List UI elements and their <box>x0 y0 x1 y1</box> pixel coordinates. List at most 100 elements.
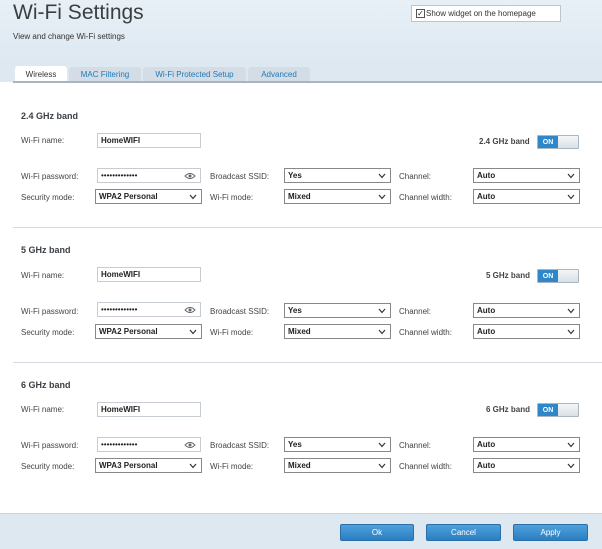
eye-icon[interactable] <box>184 441 196 449</box>
eye-icon[interactable] <box>184 306 196 314</box>
chevron-down-icon <box>567 194 575 199</box>
select-value: Auto <box>477 327 496 336</box>
section-divider <box>13 227 602 228</box>
ok-button[interactable]: Ok <box>340 524 414 541</box>
chevron-down-icon <box>378 463 386 468</box>
select-value: Yes <box>288 306 302 315</box>
select-value: Auto <box>477 171 496 180</box>
wifi-mode-label: Wi-Fi mode: <box>210 193 254 202</box>
channel-label: Channel: <box>399 307 432 316</box>
toggle-on-text: ON <box>538 404 558 416</box>
wifi-name-input[interactable]: HomeWIFI <box>97 402 201 417</box>
band-24-title: 2.4 GHz band <box>21 111 79 121</box>
wifi-name-label: Wi-Fi name: <box>21 271 65 280</box>
wifi-mode-label: Wi-Fi mode: <box>210 462 254 471</box>
chevron-down-icon <box>378 194 386 199</box>
broadcast-ssid-select[interactable]: Yes <box>284 437 391 452</box>
select-value: Mixed <box>288 192 311 201</box>
eye-icon[interactable] <box>184 172 196 180</box>
toggle-knob <box>558 404 578 416</box>
wifi-name-label: Wi-Fi name: <box>21 405 65 414</box>
band-6-title: 6 GHz band <box>21 380 71 390</box>
security-mode-label: Security mode: <box>21 462 75 471</box>
wifi-mode-select[interactable]: Mixed <box>284 189 391 204</box>
tab-advanced[interactable]: Advanced <box>248 67 310 82</box>
wifi-name-input[interactable]: HomeWIFI <box>97 133 201 148</box>
chevron-down-icon <box>378 329 386 334</box>
chevron-down-icon <box>567 463 575 468</box>
wifi-password-input[interactable]: ••••••••••••• <box>97 168 201 183</box>
security-mode-select[interactable]: WPA3 Personal <box>95 458 202 473</box>
password-mask: ••••••••••••• <box>101 440 138 449</box>
wifi-mode-select[interactable]: Mixed <box>284 324 391 339</box>
apply-button[interactable]: Apply <box>513 524 588 541</box>
wifi-name-label: Wi-Fi name: <box>21 136 65 145</box>
wifi-mode-select[interactable]: Mixed <box>284 458 391 473</box>
broadcast-ssid-label: Broadcast SSID: <box>210 441 270 450</box>
broadcast-ssid-select[interactable]: Yes <box>284 168 391 183</box>
channel-width-select[interactable]: Auto <box>473 189 580 204</box>
wifi-password-input[interactable]: ••••••••••••• <box>97 437 201 452</box>
band-24-toggle[interactable]: ON <box>537 135 579 149</box>
select-value: Mixed <box>288 327 311 336</box>
chevron-down-icon <box>378 173 386 178</box>
tab-underline <box>13 81 602 83</box>
select-value: Auto <box>477 461 496 470</box>
band-5-toggle[interactable]: ON <box>537 269 579 283</box>
password-mask: ••••••••••••• <box>101 171 138 180</box>
chevron-down-icon <box>567 442 575 447</box>
check-icon[interactable]: ✓ <box>416 9 425 18</box>
security-mode-label: Security mode: <box>21 328 75 337</box>
select-value: WPA2 Personal <box>99 192 158 201</box>
select-value: WPA2 Personal <box>99 327 158 336</box>
channel-select[interactable]: Auto <box>473 303 580 318</box>
toggle-on-text: ON <box>538 270 558 282</box>
wifi-password-label: Wi-Fi password: <box>21 172 79 181</box>
broadcast-ssid-label: Broadcast SSID: <box>210 307 270 316</box>
toggle-knob <box>558 136 578 148</box>
page-title: Wi-Fi Settings <box>13 1 144 24</box>
select-value: Mixed <box>288 461 311 470</box>
band-6-toggle[interactable]: ON <box>537 403 579 417</box>
broadcast-ssid-select[interactable]: Yes <box>284 303 391 318</box>
chevron-down-icon <box>378 308 386 313</box>
tab-wifi-protected-setup[interactable]: Wi-Fi Protected Setup <box>143 67 246 82</box>
password-mask: ••••••••••••• <box>101 305 138 314</box>
band-5-title: 5 GHz band <box>21 245 71 255</box>
channel-width-label: Channel width: <box>399 193 452 202</box>
security-mode-select[interactable]: WPA2 Personal <box>95 324 202 339</box>
select-value: Yes <box>288 171 302 180</box>
wifi-password-input[interactable]: ••••••••••••• <box>97 302 201 317</box>
broadcast-ssid-label: Broadcast SSID: <box>210 172 270 181</box>
select-value: Auto <box>477 440 496 449</box>
cancel-button[interactable]: Cancel <box>426 524 501 541</box>
channel-select[interactable]: Auto <box>473 437 580 452</box>
tab-wireless[interactable]: Wireless <box>15 66 67 82</box>
wifi-password-label: Wi-Fi password: <box>21 307 79 316</box>
chevron-down-icon <box>189 194 197 199</box>
security-mode-select[interactable]: WPA2 Personal <box>95 189 202 204</box>
show-widget-label: Show widget on the homepage <box>426 9 536 18</box>
tab-mac-filtering[interactable]: MAC Filtering <box>69 67 141 82</box>
channel-width-select[interactable]: Auto <box>473 324 580 339</box>
wifi-name-input[interactable]: HomeWIFI <box>97 267 201 282</box>
select-value: Auto <box>477 306 496 315</box>
wifi-mode-label: Wi-Fi mode: <box>210 328 254 337</box>
band-5-toggle-label: 5 GHz band <box>486 271 531 280</box>
show-widget-checkbox[interactable]: ✓ Show widget on the homepage <box>411 5 561 22</box>
page-subtitle: View and change Wi-Fi settings <box>13 32 125 41</box>
channel-width-select[interactable]: Auto <box>473 458 580 473</box>
chevron-down-icon <box>378 442 386 447</box>
footer-bar <box>0 513 602 549</box>
chevron-down-icon <box>189 463 197 468</box>
channel-select[interactable]: Auto <box>473 168 580 183</box>
select-value: Yes <box>288 440 302 449</box>
channel-width-label: Channel width: <box>399 462 452 471</box>
band-24-toggle-label: 2.4 GHz band <box>479 137 530 146</box>
channel-width-label: Channel width: <box>399 328 452 337</box>
section-divider <box>13 362 602 363</box>
band-6-toggle-label: 6 GHz band <box>486 405 531 414</box>
security-mode-label: Security mode: <box>21 193 75 202</box>
channel-label: Channel: <box>399 172 432 181</box>
chevron-down-icon <box>189 329 197 334</box>
